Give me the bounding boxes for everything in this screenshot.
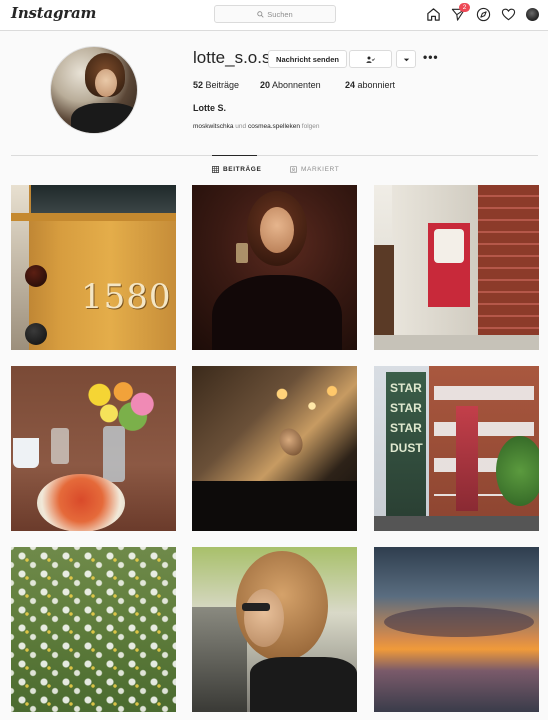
brick-wall <box>478 185 539 350</box>
followed-by-suffix: folgen <box>301 123 320 130</box>
portrait-body <box>250 657 357 712</box>
portrait-face <box>244 589 284 647</box>
followed-by-text: moskwitschka und cosmea.spelleken folgen <box>193 123 320 130</box>
salad-bowl <box>37 474 125 531</box>
profile-avatar-icon[interactable] <box>526 8 539 21</box>
mural-text: STAR STAR STAR DUST <box>390 381 423 455</box>
post-stardust-mural-image[interactable]: STAR STAR STAR DUST <box>374 366 539 531</box>
direct-messages-icon[interactable]: 2 <box>451 3 470 22</box>
followed-by-account-link[interactable]: moskwitschka <box>193 123 233 130</box>
send-message-button[interactable]: Nachricht senden <box>268 50 347 68</box>
active-tab-indicator <box>212 155 257 156</box>
instagram-logo[interactable]: Instagram <box>11 4 96 22</box>
drinking-glass <box>51 428 69 464</box>
notification-badge: 2 <box>459 3 470 12</box>
followers-label: Abonnenten <box>272 80 321 90</box>
post-tilted-bar-image[interactable] <box>192 366 357 531</box>
more-options-icon[interactable]: ••• <box>423 50 439 64</box>
portrait-body <box>212 275 342 350</box>
profile-full-name: Lotte S. <box>193 103 226 113</box>
post-daisy-meadow-image[interactable] <box>11 547 176 712</box>
tree <box>496 436 539 506</box>
profile-username: lotte_s.o.s <box>193 48 271 67</box>
tagged-user-icon <box>290 166 297 173</box>
search-placeholder: Suchen <box>267 9 293 19</box>
sunglasses <box>242 603 270 611</box>
flower-bouquet <box>71 370 166 432</box>
street <box>374 516 539 531</box>
tram-rim <box>11 213 176 221</box>
suggestions-dropdown-button[interactable] <box>396 50 416 68</box>
posts-stat: 52 Beiträge <box>193 80 239 90</box>
cup <box>13 438 39 468</box>
following-stat[interactable]: 24 abonniert <box>345 80 395 90</box>
tab-tagged[interactable]: MARKIERT <box>290 166 339 173</box>
person-check-icon <box>366 56 375 63</box>
posts-label: Beiträge <box>205 80 240 90</box>
post-sunset-sky-image[interactable] <box>374 547 539 712</box>
followed-by-and: und <box>235 123 247 130</box>
post-tram-image[interactable]: 1580 <box>11 185 176 350</box>
tram-lamp <box>25 323 47 345</box>
posts-count: 52 <box>193 80 204 90</box>
followed-by-account-link[interactable]: cosmea.spelleken <box>248 123 300 130</box>
profile-picture[interactable] <box>50 46 138 134</box>
tram-window <box>31 185 176 213</box>
tram-lamp <box>25 265 47 287</box>
tab-tagged-label: MARKIERT <box>301 166 340 173</box>
following-label: abonniert <box>357 80 396 90</box>
followers-count: 20 <box>260 80 271 90</box>
search-icon <box>257 10 264 18</box>
activity-heart-icon[interactable] <box>501 7 516 22</box>
profile-picture-body <box>71 103 137 133</box>
tab-posts[interactable]: BEITRÄGE <box>212 166 261 173</box>
bar-lights <box>252 376 352 436</box>
chevron-down-icon <box>403 58 409 61</box>
cloud <box>384 607 534 637</box>
post-sunglasses-portrait-image[interactable] <box>192 547 357 712</box>
daisies <box>11 547 176 712</box>
followers-stat[interactable]: 20 Abonnenten <box>260 80 321 90</box>
explore-compass-icon[interactable] <box>476 7 491 22</box>
tram-number: 1580 <box>81 277 172 317</box>
post-flowers-table-image[interactable] <box>11 366 176 531</box>
search-input[interactable]: Suchen <box>214 5 336 23</box>
tram-side <box>11 185 29 350</box>
top-nav-bar: Instagram Suchen 2 <box>0 0 548 31</box>
home-icon[interactable] <box>426 7 441 22</box>
grid-icon <box>212 166 219 173</box>
pavement <box>374 335 539 350</box>
tab-posts-label: BEITRÄGE <box>223 166 262 173</box>
poster-portrait <box>434 229 464 263</box>
profile-picture-face <box>95 69 117 97</box>
bar-counter <box>192 481 357 531</box>
post-portrait-image[interactable] <box>192 185 357 350</box>
following-button[interactable] <box>349 50 392 68</box>
post-poster-image[interactable] <box>374 185 539 350</box>
portrait-face <box>260 207 294 253</box>
tabs-divider <box>11 155 538 156</box>
following-count: 24 <box>345 80 356 90</box>
glass-vase <box>103 426 125 482</box>
portrait-glass <box>236 243 248 263</box>
red-mural-figure <box>456 406 478 511</box>
